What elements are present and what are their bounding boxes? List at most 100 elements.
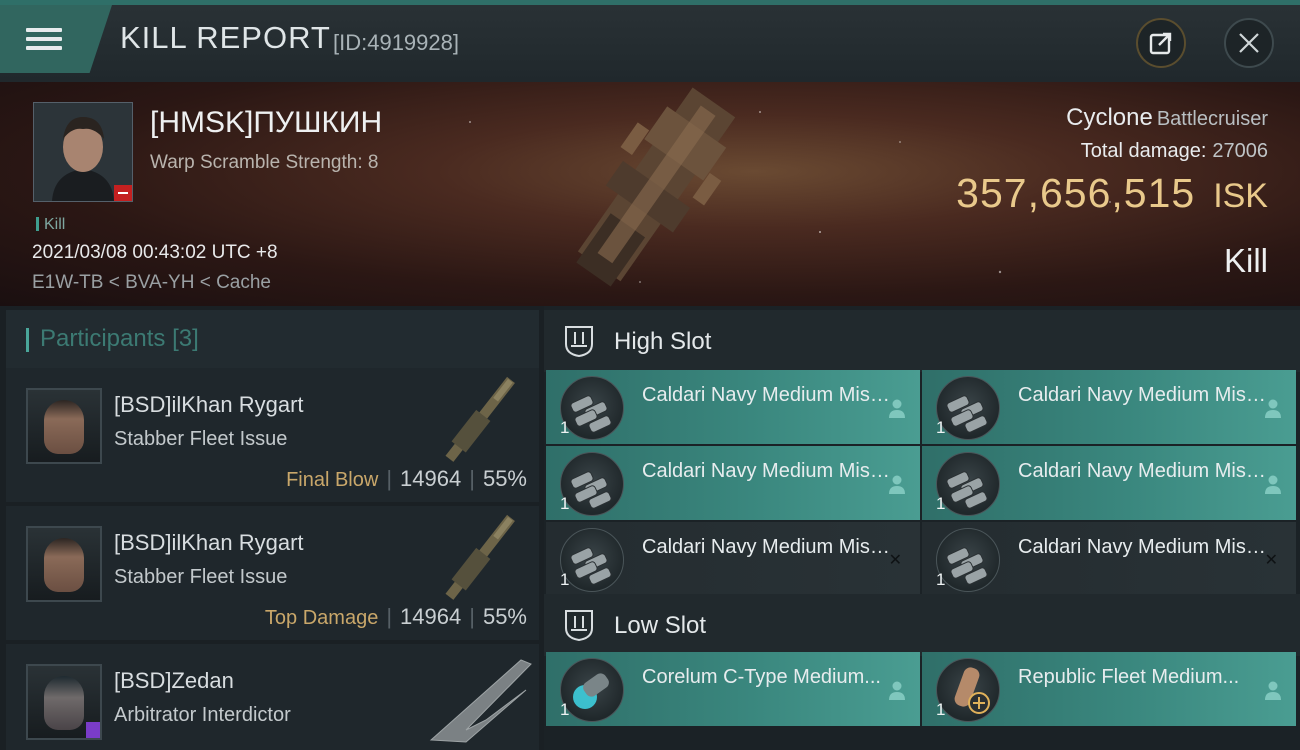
total-damage-label: Total damage:	[1080, 140, 1207, 162]
low-slot-icon	[565, 610, 593, 642]
close-icon	[1239, 33, 1259, 53]
module-name: Caldari Navy Medium Missil...	[1018, 460, 1270, 482]
final-blow-tag: Final Blow	[286, 469, 379, 491]
module-icon	[560, 376, 624, 440]
module-icon	[936, 528, 1000, 592]
share-button[interactable]	[1136, 18, 1186, 68]
victim-avatar[interactable]	[33, 102, 133, 202]
low-slot-header: Low Slot	[544, 594, 1300, 656]
total-damage: Total damage: 27006	[1081, 140, 1268, 163]
person-icon[interactable]	[1264, 680, 1282, 700]
module-name: Caldari Navy Medium Missil...	[642, 460, 894, 482]
high-slot-icon	[565, 326, 593, 358]
fitting-panel: High Slot Caldari Navy Medium Missil... 1…	[544, 306, 1300, 750]
module-quantity: 1	[936, 570, 946, 589]
close-button[interactable]	[1224, 18, 1274, 68]
participant-ship-icon	[445, 514, 515, 600]
missile-launcher-icon	[570, 395, 612, 433]
participant-ship-icon	[445, 376, 515, 462]
report-id: [ID:4919928]	[333, 30, 459, 55]
participant-ship-icon	[429, 659, 532, 743]
missile-launcher-icon	[946, 471, 988, 509]
menu-button[interactable]	[0, 5, 112, 73]
page-title: KILL REPORT	[120, 20, 331, 55]
chevron-down-icon: ✕	[1264, 550, 1278, 569]
module-tile[interactable]: Republic Fleet Medium... 1	[922, 652, 1296, 726]
participant-stats: Final Blow | 14964 | 55%	[286, 466, 527, 491]
participant-avatar[interactable]	[26, 664, 102, 740]
top-bar: KILL REPORT [ID:4919928]	[0, 0, 1300, 82]
module-quantity: 1	[936, 700, 946, 719]
module-tile[interactable]: Caldari Navy Medium Missil... 1	[546, 446, 920, 520]
module-quantity: 1	[560, 494, 570, 513]
missile-launcher-icon	[946, 547, 988, 585]
module-quantity: 1	[936, 494, 946, 513]
missile-launcher-icon	[570, 471, 612, 509]
isk-value: 357,656,515	[956, 170, 1196, 216]
module-tile[interactable]: Corelum C-Type Medium... 1	[546, 652, 920, 726]
high-slot-header: High Slot	[544, 310, 1300, 372]
missile-launcher-icon	[946, 395, 988, 433]
module-name: Republic Fleet Medium...	[1018, 666, 1240, 688]
kill-location[interactable]: E1W-TB < BVA-YH < Cache	[32, 272, 271, 294]
module-tile[interactable]: Caldari Navy Medium Missil... 1 ✕	[922, 522, 1296, 596]
module-name: Caldari Navy Medium Missil...	[1018, 384, 1270, 406]
participant-name: [BSD]Zedan	[114, 668, 234, 693]
security-status-badge	[114, 185, 132, 201]
person-icon[interactable]	[888, 398, 906, 418]
pilot-portrait-icon	[44, 676, 84, 730]
participant-name: [BSD]ilKhan Rygart	[114, 530, 304, 555]
participants-count: [3]	[172, 325, 199, 352]
pilot-portrait-icon	[44, 400, 84, 454]
participant-card[interactable]: [BSD]ilKhan Rygart Stabber Fleet Issue T…	[6, 506, 539, 640]
module-name: Caldari Navy Medium Missil...	[1018, 536, 1270, 558]
person-icon[interactable]	[1264, 398, 1282, 418]
module-icon	[560, 452, 624, 516]
person-icon[interactable]	[888, 680, 906, 700]
isk-unit: ISK	[1213, 177, 1268, 215]
ship-class: Battlecruiser	[1156, 108, 1268, 130]
victim-ship-info[interactable]: Cyclone Battlecruiser	[1066, 104, 1268, 132]
module-name: Caldari Navy Medium Missil...	[642, 536, 894, 558]
share-icon	[1149, 32, 1172, 55]
participant-ship: Stabber Fleet Issue	[114, 428, 288, 450]
participant-ship: Stabber Fleet Issue	[114, 566, 288, 588]
participant-avatar[interactable]	[26, 388, 102, 464]
module-icon	[560, 658, 624, 722]
module-tile[interactable]: Caldari Navy Medium Missil... 1	[922, 446, 1296, 520]
module-tile[interactable]: Caldari Navy Medium Missil... 1	[546, 370, 920, 444]
rig-module-icon	[573, 673, 609, 709]
participant-avatar[interactable]	[26, 526, 102, 602]
module-name: Corelum C-Type Medium...	[642, 666, 881, 688]
participant-card[interactable]: [BSD]Zedan Arbitrator Interdictor	[6, 644, 539, 750]
top-damage-tag: Top Damage	[264, 607, 379, 629]
isk-value-line: 357,656,515 ISK	[956, 170, 1268, 217]
participants-panel: Participants [3] [BSD]ilKhan Rygart Stab…	[0, 306, 544, 750]
missile-launcher-icon	[570, 547, 612, 585]
accent-line	[0, 0, 1300, 5]
participant-card[interactable]: [BSD]ilKhan Rygart Stabber Fleet Issue F…	[6, 368, 539, 502]
module-tile[interactable]: Caldari Navy Medium Missil... 1	[922, 370, 1296, 444]
module-icon	[936, 658, 1000, 722]
warp-scramble-strength: Warp Scramble Strength: 8	[150, 152, 379, 173]
low-slot-label: Low Slot	[614, 612, 707, 639]
security-status-badge	[86, 722, 100, 738]
armor-plate-icon	[954, 667, 990, 714]
participant-ship: Arbitrator Interdictor	[114, 704, 291, 726]
module-name: Caldari Navy Medium Missil...	[642, 384, 894, 406]
victim-banner: [HMSK]ПУШКИН Warp Scramble Strength: 8 K…	[0, 82, 1300, 306]
victim-name[interactable]: [HMSK]ПУШКИН	[150, 106, 382, 140]
participant-damage: 14964	[400, 466, 462, 491]
module-tile[interactable]: Caldari Navy Medium Missil... 1 ✕	[546, 522, 920, 596]
module-quantity: 1	[560, 418, 570, 437]
kill-datetime: 2021/03/08 00:43:02 UTC +8	[32, 242, 278, 263]
ship-name: Cyclone	[1066, 104, 1153, 131]
pilot-portrait-icon	[44, 538, 84, 592]
person-icon[interactable]	[1264, 474, 1282, 494]
kill-result-label: Kill	[1223, 242, 1268, 279]
participants-header: Participants [3]	[6, 310, 539, 368]
participants-label: Participants	[40, 325, 166, 352]
module-icon	[936, 452, 1000, 516]
person-icon[interactable]	[888, 474, 906, 494]
module-icon	[560, 528, 624, 592]
